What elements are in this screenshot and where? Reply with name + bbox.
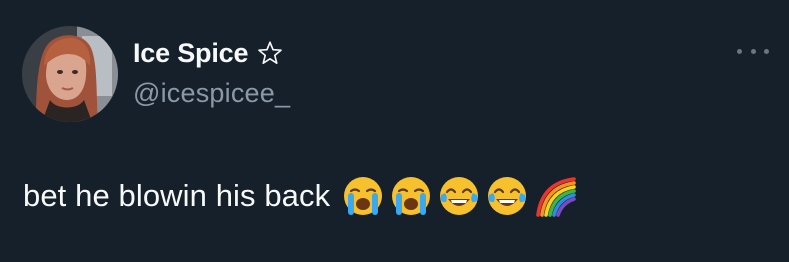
face-with-tears-of-joy-icon	[486, 175, 528, 217]
avatar-image	[22, 26, 118, 122]
avatar[interactable]	[22, 26, 118, 122]
more-horizontal-icon[interactable]	[737, 44, 769, 58]
tweet-card: Ice Spice @icespicee_ bet he blowin his …	[0, 0, 789, 262]
tweet-text: bet he blowin his back	[23, 178, 331, 213]
dot	[764, 48, 769, 54]
dot	[737, 48, 742, 54]
loudly-crying-face-icon	[342, 175, 384, 217]
author-handle[interactable]: @icespicee_	[133, 78, 290, 109]
rainbow-icon	[534, 175, 577, 217]
loudly-crying-face-icon	[390, 175, 432, 217]
display-name[interactable]: Ice Spice	[133, 38, 248, 69]
face-with-tears-of-joy-icon	[438, 175, 480, 217]
star-outline-icon	[256, 39, 284, 67]
tweet-body: bet he blowin his back	[23, 172, 577, 220]
author-name-row: Ice Spice	[133, 33, 284, 73]
dot	[750, 48, 756, 54]
